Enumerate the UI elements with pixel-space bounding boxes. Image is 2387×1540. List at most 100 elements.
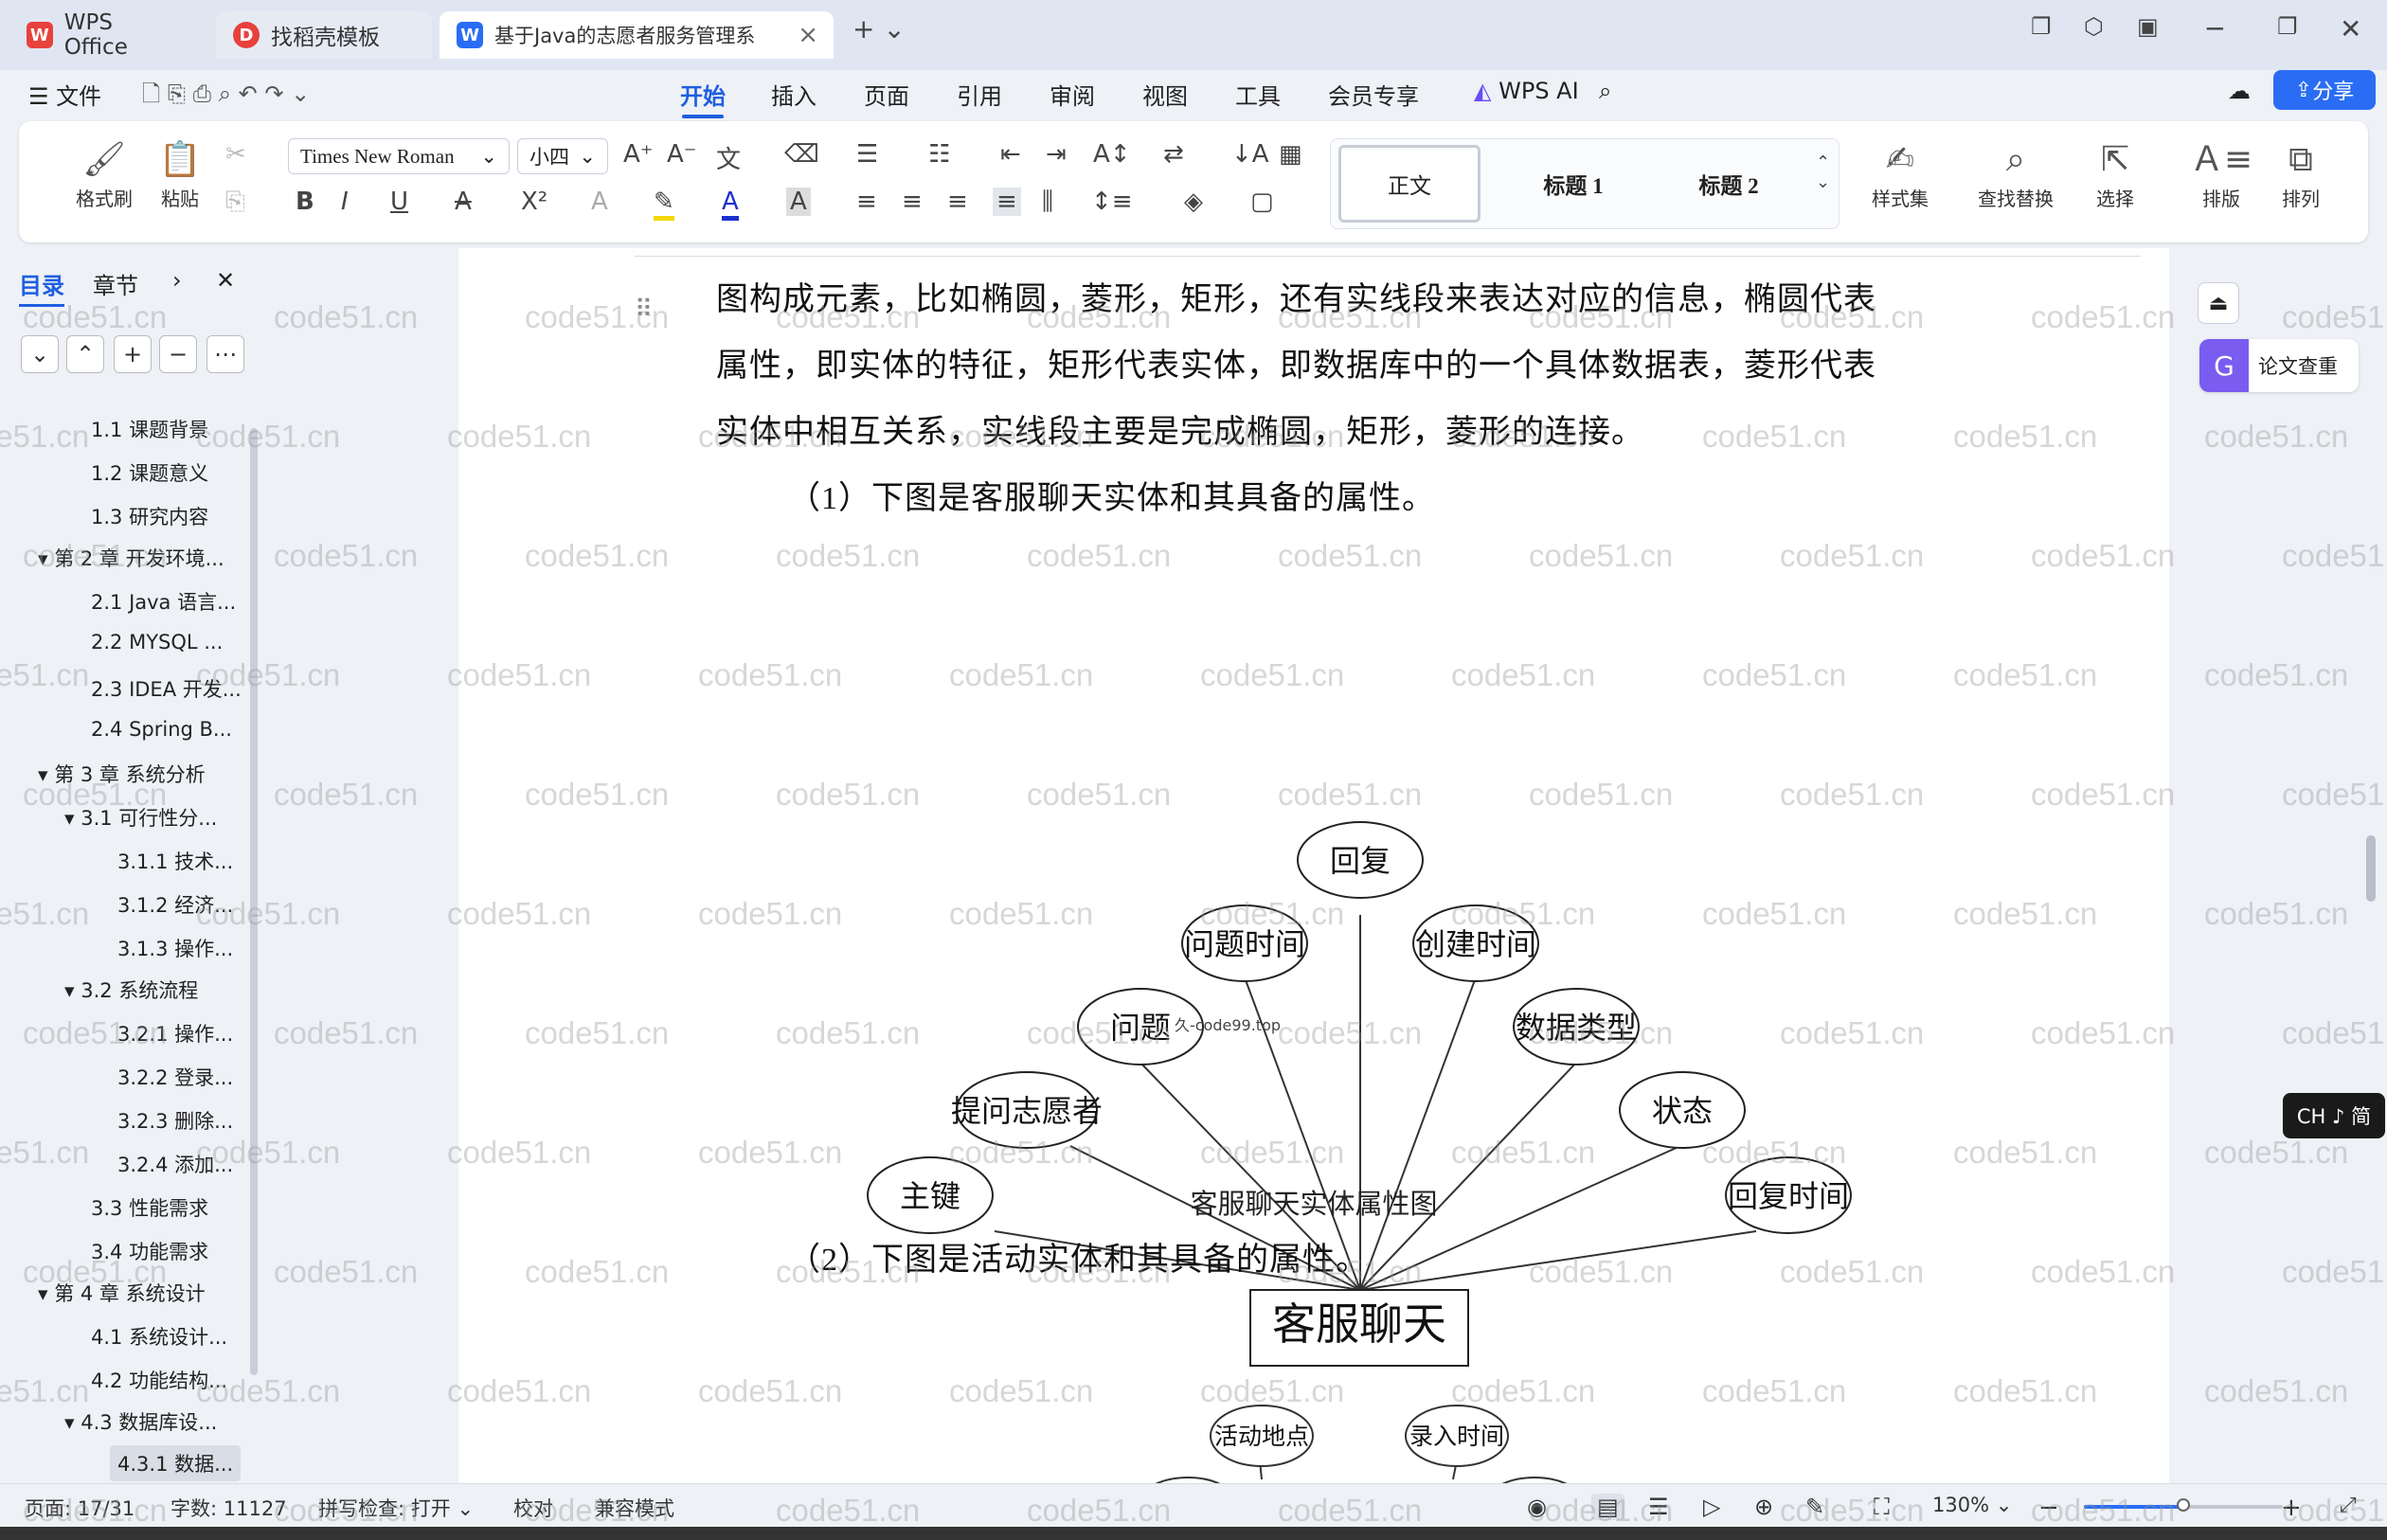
toc-item[interactable]: 1.3 研究内容 [91,502,208,530]
toc-item[interactable]: 3.2.1 操作... [117,1019,233,1048]
line-spacing-icon[interactable]: ↕≡ [1091,188,1133,216]
new-tab-icon[interactable]: + ⌄ [852,13,906,45]
style-heading-1[interactable]: 标题 1 [1498,145,1649,223]
style-normal[interactable]: 正文 [1338,145,1481,223]
drag-handle-icon[interactable]: ⠿ [635,295,653,324]
sort-icon[interactable]: ↓A [1231,140,1269,169]
grow-font-icon[interactable]: A⁺ [623,140,654,169]
tab-document[interactable]: W 基于Java的志愿者服务管理系 × [440,11,834,59]
menu-review[interactable]: 审阅 [1050,78,1095,111]
pane-scrollbar[interactable] [250,428,258,1375]
minimize-icon[interactable]: ─ [2207,13,2223,45]
toc-item[interactable]: 2.3 IDEA 开发... [91,674,242,703]
toc-item[interactable]: 3.2.3 删除... [117,1106,233,1135]
style-scroll-icon[interactable]: ⌃ ⌄ [1816,152,1830,192]
toc-item[interactable]: 3.1.3 操作... [117,934,233,962]
eye-icon[interactable]: ◉ [1527,1494,1547,1520]
add-heading-icon[interactable]: + [114,335,152,373]
more-icon[interactable]: ⋯ [206,335,244,373]
plagiarism-check-button[interactable]: G 论文查重 [2199,339,2359,392]
expand-icon[interactable]: ⌄ [21,335,59,373]
swap-icon[interactable]: ⇄ [1163,140,1184,169]
menu-tools[interactable]: 工具 [1235,78,1281,111]
phonetic-icon[interactable]: 文 [716,140,741,175]
cut-icon[interactable]: ✂ [225,140,246,169]
zoom-thumb[interactable] [2177,1498,2190,1512]
tab-template[interactable]: D 找稻壳模板 [216,11,432,59]
tab-wps-office[interactable]: W WPS Office [9,10,199,60]
highlight-icon[interactable]: ✎ [654,188,674,221]
toc-item[interactable]: 1.2 课题意义 [91,458,208,487]
remove-heading-icon[interactable]: − [159,335,197,373]
style-heading-2[interactable]: 标题 2 [1653,145,1804,223]
wps-ai-button[interactable]: ◭ WPS AI [1474,78,1579,104]
format-painter-button[interactable]: 🖌 格式刷 [66,136,142,211]
font-color-icon[interactable]: A [722,188,739,221]
toc-item[interactable]: ▾ 3.2 系统流程 [64,976,198,1004]
toc-item[interactable]: 1.1 课题背景 [91,415,208,443]
search-icon[interactable]: ⌕ [1599,78,1611,104]
menu-view[interactable]: 视图 [1142,78,1188,111]
toc-item[interactable]: 3.2.4 添加... [117,1150,233,1178]
align-right-icon[interactable]: ≡ [947,188,968,216]
menu-member[interactable]: 会员专享 [1328,78,1419,111]
menu-home[interactable]: 开始 [680,78,726,118]
page-indicator[interactable]: 页面: 17/31 [25,1494,135,1522]
underline-icon[interactable]: U [390,188,408,216]
avatar[interactable]: ▣ [2137,13,2159,40]
menu-insert[interactable]: 插入 [771,78,817,111]
justify-icon[interactable]: ≡ [993,188,1021,216]
shading-icon[interactable]: ◈ [1184,188,1203,216]
distribute-icon[interactable]: ⫼ [1042,188,1053,217]
word-count[interactable]: 字数: 11127 [170,1494,287,1522]
zoom-slider[interactable] [2084,1498,2283,1512]
align-left-icon[interactable]: ≡ [856,188,877,216]
bullet-list-icon[interactable]: ☰ [856,140,878,169]
play-icon[interactable]: ▷ [1703,1494,1720,1520]
web-view-icon[interactable]: ⊕ [1754,1494,1773,1520]
clear-format-icon[interactable]: ⌫ [784,140,819,169]
increase-indent-icon[interactable]: ⇥ [1046,140,1067,169]
tab-toc[interactable]: 目录 [19,267,64,307]
zoom-out-icon[interactable]: − [2038,1494,2059,1522]
fullscreen-icon[interactable]: ⤢ [2340,1494,2357,1517]
toc-item[interactable]: ▾ 第 2 章 开发环境... [38,544,224,572]
numbered-list-icon[interactable]: ☷ [928,140,950,169]
toc-item[interactable]: 2.1 Java 语言... [91,587,236,616]
text-effect-icon[interactable]: A [591,188,608,216]
close-pane-icon[interactable]: ✕ [216,267,235,294]
decrease-indent-icon[interactable]: ⇤ [1000,140,1021,169]
document-page[interactable]: ⠿ 图构成元素，比如椭圆，菱形，矩形，还有实线段来表达对应的信息，椭圆代表 属性… [458,248,2169,1483]
select-button[interactable]: ⇱ 选择 [2073,136,2158,211]
font-size-select[interactable]: 小四 ⌄ [517,138,608,174]
typeset-button[interactable]: Ａ≡ 排版 [2179,136,2264,211]
toc-item[interactable]: 3.1.1 技术... [117,847,233,875]
pen-icon[interactable]: ✎ [1805,1494,1824,1520]
maximize-icon[interactable]: ❐ [2277,13,2298,40]
page-view-icon[interactable]: ▤ [1591,1494,1624,1520]
window-restore-icon[interactable]: ❐ [2031,13,2052,40]
superscript-icon[interactable]: X² [521,188,547,216]
toc-item[interactable]: 4.2 功能结构... [91,1366,227,1394]
toc-item[interactable]: 3.4 功能需求 [91,1237,208,1265]
text-direction-icon[interactable]: A↕ [1093,140,1131,169]
menu-page[interactable]: 页面 [864,78,909,111]
toc-item[interactable]: 2.2 MYSQL ... [91,631,223,654]
copy-icon[interactable]: ⎘ [225,188,245,217]
cube-icon[interactable]: ⬡ [2084,13,2104,40]
share-button[interactable]: ⇪ 分享 [2273,70,2376,110]
strikethrough-icon[interactable]: A [455,188,472,216]
paste-button[interactable]: 📋 粘贴 [142,136,218,211]
style-set-button[interactable]: ✍ 样式集 [1853,136,1947,211]
table-tool-icon[interactable]: ▦ [1279,140,1302,169]
bold-icon[interactable]: B [296,188,314,216]
toc-item[interactable]: ▾ 4.3 数据库设... [64,1407,217,1436]
char-shading-icon[interactable]: A [786,188,811,216]
zoom-select[interactable]: 130% ⌄ [1932,1494,2012,1516]
shrink-font-icon[interactable]: A⁻ [667,140,697,169]
ime-indicator[interactable]: CH ♪ 简 [2283,1093,2385,1138]
spell-check[interactable]: 拼写检查: 打开 ⌄ [318,1494,474,1522]
file-menu[interactable]: ☰ 文件 [28,78,101,111]
zoom-in-icon[interactable]: + [2281,1494,2302,1522]
menu-reference[interactable]: 引用 [957,78,1002,111]
